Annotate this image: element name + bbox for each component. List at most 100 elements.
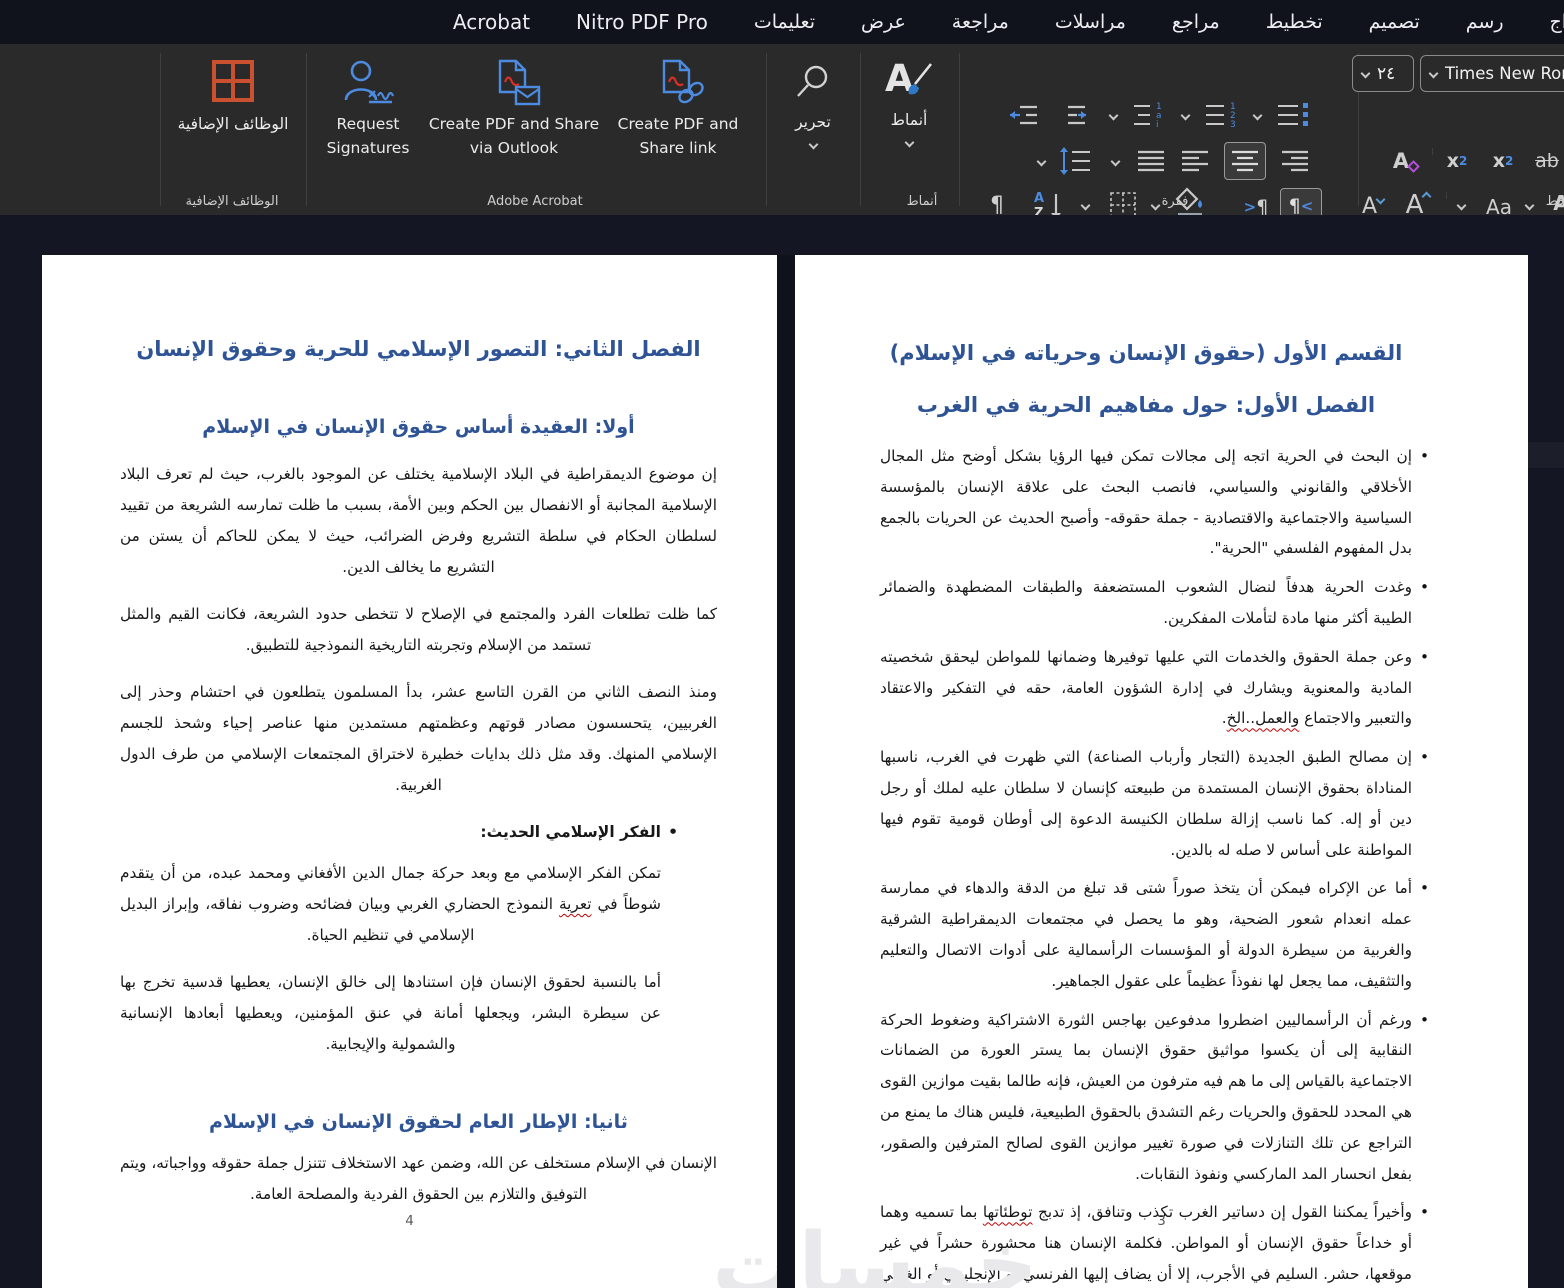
change-case-chevron-icon[interactable] <box>1456 200 1467 211</box>
tab-nitro-pdf-pro[interactable]: Nitro PDF Pro <box>576 10 708 34</box>
paragraph: تمكن الفكر الإسلامي مع وبعد حركة جمال ال… <box>120 864 661 944</box>
tab-layout[interactable]: تخطيط <box>1266 11 1323 33</box>
font-size-combobox[interactable]: ٢٤ <box>1352 55 1414 92</box>
numbering-button[interactable]: 1 2 3 <box>1204 100 1238 130</box>
chevron-up-icon <box>1421 191 1432 201</box>
list-item: أما عن الإكراه فيمكن أن يتخذ صوراً شتى ق… <box>880 873 1429 996</box>
font-group-label: خط <box>1545 194 1564 209</box>
create-pdf-link-icon <box>650 58 706 108</box>
list-item: ورغم أن الرأسماليين اضطروا مدفوعين بهاجس… <box>880 1005 1429 1190</box>
add-ins-button[interactable]: الوظائف الإضافية <box>172 58 294 136</box>
create-pdf-link-label: Create PDF and Share link <box>617 115 739 158</box>
chapter2-heading: الفصل الثاني: التصور الإسلامي للحرية وحق… <box>136 337 701 361</box>
paragraph: إن موضوع الديمقراطية في البلاد الإسلامية… <box>120 465 717 576</box>
khamsat-watermark: خمسات <box>712 1215 1038 1288</box>
align-justify-button[interactable] <box>1136 148 1166 174</box>
divider <box>860 53 861 206</box>
font-name-value: Times New Roman <box>1445 64 1564 83</box>
styles-group-label: أنماط <box>906 194 938 209</box>
list-item: إن البحث في الحرية اتجه إلى مجالات تمكن … <box>880 441 1429 564</box>
strikethrough-button[interactable]: ab <box>1528 146 1564 176</box>
divider <box>160 53 161 206</box>
tab-draw[interactable]: رسم <box>1466 11 1504 33</box>
create-pdf-outlook-button[interactable]: Create PDF and Share via Outlook <box>428 58 600 160</box>
find-magnifier-icon <box>793 62 833 102</box>
divider <box>1446 192 1447 199</box>
styles-icon: A <box>883 56 935 104</box>
section-second-heading: ثانيا: الإطار العام لحقوق الإنسان في الإ… <box>209 1111 628 1133</box>
tab-mailings[interactable]: مراسلات <box>1055 11 1126 33</box>
editing-label: تحرير <box>795 113 831 131</box>
align-left-button[interactable] <box>1180 148 1210 174</box>
justify-chevron-icon[interactable] <box>1110 156 1121 167</box>
chevron-down-icon <box>808 139 818 150</box>
align-right-button[interactable] <box>1280 148 1310 174</box>
section-first-heading: أولا: العقيدة أساس حقوق الإنسان في الإسل… <box>202 416 635 438</box>
numbering-chevron-icon[interactable] <box>1180 110 1191 121</box>
add-ins-label: الوظائف الإضافية <box>177 115 289 133</box>
svg-text:i: i <box>1156 120 1159 130</box>
create-pdf-outlook-icon <box>486 58 542 108</box>
page-4[interactable]: الفصل الثاني: التصور الإسلامي للحرية وحق… <box>42 255 777 1288</box>
adobe-acrobat-group-label: Adobe Acrobat <box>487 194 583 209</box>
divider <box>306 53 307 206</box>
page-4-content: الفصل الثاني: التصور الإسلامي للحرية وحق… <box>42 255 777 1210</box>
svg-text:A: A <box>1034 191 1044 206</box>
decrease-indent-button[interactable] <box>1008 102 1040 128</box>
superscript-button[interactable]: x 2 <box>1440 146 1474 176</box>
tab-view[interactable]: عرض <box>861 11 906 33</box>
paragraph: أما بالنسبة لحقوق الإنسان فإن استنادها إ… <box>120 973 661 1053</box>
tab-help[interactable]: تعليمات <box>754 11 815 33</box>
paragraph: الإنسان في الإسلام مستخلف عن الله، وضمن … <box>120 1154 717 1203</box>
svg-text:3: 3 <box>1230 120 1236 130</box>
divider <box>766 53 767 206</box>
clear-formatting-button[interactable]: A <box>1386 146 1422 176</box>
page-3-content: القسم الأول (حقوق الإنسان وحرياته في الإ… <box>795 255 1528 1288</box>
chevron-down-icon <box>1428 68 1439 79</box>
paragraph-group-label: فقرة <box>1161 194 1189 209</box>
increase-indent-button[interactable] <box>1056 102 1088 128</box>
request-signatures-icon <box>342 58 394 106</box>
add-ins-icon <box>210 58 256 104</box>
bullet-list: إن البحث في الحرية اتجه إلى مجالات تمكن … <box>880 441 1429 1288</box>
menu-bar: إدراج رسم تصميم تخطيط مراجع مراسلات مراج… <box>0 0 1564 44</box>
list-item: وغدت الحرية هدفاً لنضال الشعوب المستضعفة… <box>880 572 1429 634</box>
chevron-down-icon <box>1375 194 1386 204</box>
tab-design[interactable]: تصميم <box>1369 11 1420 33</box>
part1-heading: القسم الأول (حقوق الإنسان وحرياته في الإ… <box>889 341 1403 365</box>
styles-button[interactable]: A أنماط <box>868 56 950 148</box>
line-spacing-chevron-icon[interactable] <box>1036 156 1047 167</box>
tab-insert[interactable]: إدراج <box>1550 11 1564 33</box>
chevron-down-icon <box>1360 68 1371 79</box>
paragraph: ومنذ النصف الثاني من القرن التاسع عشر، ب… <box>120 683 717 794</box>
divider <box>1432 148 1433 155</box>
multilevel-list-button[interactable]: 1 a i <box>1132 100 1166 130</box>
list-item: وعن جملة الحقوق والخدمات التي عليها توفي… <box>880 642 1429 734</box>
paragraph: كما ظلت تطلعات الفرد والمجتمع في الإصلاح… <box>120 605 717 654</box>
chapter1-heading: الفصل الأول: حول مفاهيم الحرية في الغرب <box>916 393 1376 417</box>
eraser-diamond-icon <box>1407 159 1420 173</box>
align-center-button[interactable] <box>1224 142 1266 180</box>
request-signatures-label: Request Signatures <box>326 115 410 158</box>
chevron-down-icon <box>904 137 914 148</box>
font-name-combobox[interactable]: Times New Roman <box>1420 55 1564 92</box>
create-pdf-link-button[interactable]: Create PDF and Share link <box>607 58 749 160</box>
bullets-chevron-icon[interactable] <box>1252 110 1263 121</box>
request-signatures-button[interactable]: Request Signatures <box>312 58 424 160</box>
tab-references[interactable]: مراجع <box>1172 11 1220 33</box>
multilevel-list-chevron-icon[interactable] <box>1108 110 1119 121</box>
page-3[interactable]: القسم الأول (حقوق الإنسان وحرياته في الإ… <box>795 255 1528 1288</box>
styles-label: أنماط <box>890 111 928 129</box>
font-size-value: ٢٤ <box>1377 63 1396 84</box>
divider <box>959 53 960 206</box>
editing-button[interactable]: تحرير <box>776 62 850 150</box>
bullet-heading: الفكر الإسلامي الحديث: <box>120 817 678 848</box>
line-spacing-button[interactable] <box>1058 146 1092 176</box>
borders-chevron-icon[interactable] <box>1080 200 1091 211</box>
add-ins-group-label: الوظائف الإضافية <box>185 194 279 209</box>
subscript-button[interactable]: x 2 <box>1486 146 1520 176</box>
tab-review[interactable]: مراجعة <box>952 11 1009 33</box>
tab-acrobat[interactable]: Acrobat <box>453 10 530 34</box>
list-item: إن مصالح الطبق الجديدة (التجار وأرباب ال… <box>880 742 1429 865</box>
bullets-button[interactable] <box>1276 100 1310 130</box>
